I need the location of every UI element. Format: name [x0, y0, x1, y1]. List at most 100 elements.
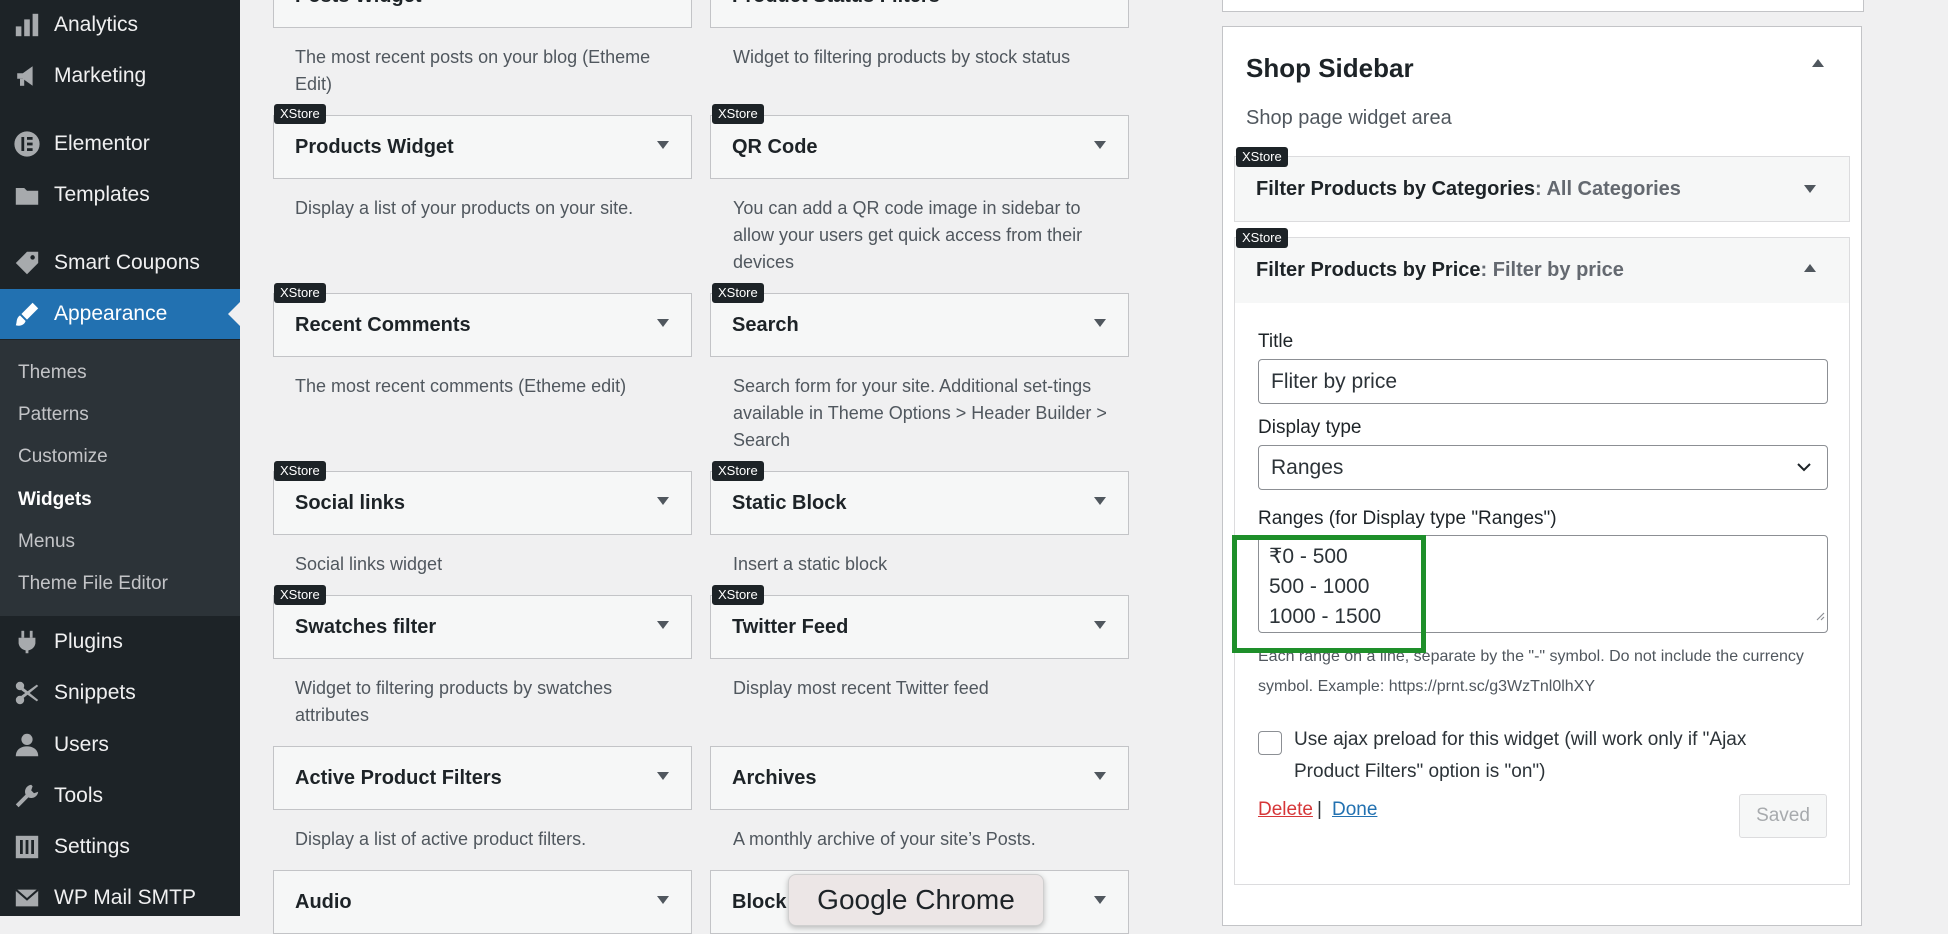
xstore-badge: XStore	[712, 104, 764, 124]
link-separator: |	[1317, 799, 1322, 820]
submenu-customize[interactable]: Customize	[18, 446, 108, 468]
submenu-menus[interactable]: Menus	[18, 531, 75, 553]
chevron-down-icon[interactable]	[1094, 497, 1106, 505]
ajax-preload-checkbox[interactable]	[1258, 731, 1282, 755]
submenu-themes[interactable]: Themes	[18, 362, 87, 384]
folder-icon	[13, 181, 41, 209]
display-type-label: Display type	[1258, 417, 1362, 438]
chevron-down-icon[interactable]	[1094, 772, 1106, 780]
resize-handle-icon[interactable]	[1813, 600, 1825, 630]
widget-title: Block	[732, 891, 787, 913]
widget-title: Products Widget	[295, 136, 454, 158]
user-icon	[13, 731, 41, 759]
menu-item-analytics[interactable]: Analytics	[0, 0, 240, 50]
menu-label: Snippets	[54, 681, 136, 704]
widget-title: Audio	[295, 891, 352, 913]
delete-link[interactable]: Delete	[1258, 799, 1313, 821]
plug-icon	[13, 628, 41, 656]
widget-title: Product Status Filters	[732, 0, 940, 8]
xstore-badge: XStore	[274, 461, 326, 481]
widget-posts[interactable]: Posts Widget	[273, 0, 692, 28]
menu-label: Tools	[54, 784, 104, 807]
megaphone-icon	[13, 62, 41, 90]
menu-item-users[interactable]: Users	[0, 720, 240, 770]
widget-title: Active Product Filters	[295, 767, 502, 789]
menu-item-plugins[interactable]: Plugins	[0, 617, 240, 667]
widget-recent-comments[interactable]: Recent Comments	[273, 293, 692, 357]
display-type-select[interactable]: Ranges	[1258, 445, 1828, 490]
chevron-down-icon[interactable]	[1804, 185, 1816, 193]
sidebar-title: Shop Sidebar	[1246, 53, 1414, 83]
title-input[interactable]: Fliter by price	[1258, 359, 1828, 404]
ranges-label: Ranges (for Display type "Ranges")	[1258, 508, 1557, 529]
chevron-down-icon[interactable]	[657, 772, 669, 780]
widget-filter-by-categories[interactable]: Filter Products by Categories: All Categ…	[1234, 156, 1850, 222]
chevron-down-icon[interactable]	[1094, 141, 1106, 149]
widget-twitter-feed[interactable]: Twitter Feed	[710, 595, 1129, 659]
menu-item-templates[interactable]: Templates	[0, 170, 240, 220]
xstore-badge: XStore	[274, 585, 326, 605]
xstore-badge: XStore	[712, 461, 764, 481]
widget-description: Display a list of your products on your …	[295, 198, 634, 218]
sidebar-description: Shop page widget area	[1246, 107, 1452, 129]
widget-description: Display a list of active product filters…	[295, 829, 587, 849]
widget-social-links[interactable]: Social links	[273, 471, 692, 535]
menu-item-smart-coupons[interactable]: Smart Coupons	[0, 238, 240, 288]
menu-item-marketing[interactable]: Marketing	[0, 51, 240, 101]
widget-audio[interactable]: Audio	[273, 870, 692, 934]
saved-button[interactable]: Saved	[1739, 794, 1827, 838]
chevron-down-icon[interactable]	[1094, 319, 1106, 327]
widget-description: Widget to filtering products by swatches…	[295, 678, 613, 725]
widget-search[interactable]: Search	[710, 293, 1129, 357]
submenu-widgets[interactable]: Widgets	[18, 489, 92, 511]
widget-title: Swatches filter	[295, 616, 437, 638]
widget-title: Recent Comments	[295, 314, 471, 336]
chevron-down-icon[interactable]	[1094, 896, 1106, 904]
submenu-theme-file-editor[interactable]: Theme File Editor	[18, 573, 168, 595]
menu-item-elementor[interactable]: Elementor	[0, 119, 240, 169]
previous-sidebar-area	[1222, 0, 1864, 12]
xstore-badge: XStore	[712, 283, 764, 303]
chevron-down-icon[interactable]	[657, 621, 669, 629]
chevron-down-icon[interactable]	[657, 141, 669, 149]
widget-title: QR Code	[732, 136, 818, 158]
current-menu-arrow	[228, 302, 240, 326]
widget-title: Posts Widget	[295, 0, 422, 8]
menu-item-tools[interactable]: Tools	[0, 771, 240, 821]
appearance-submenu: Themes Patterns Customize Widgets Menus …	[0, 340, 240, 616]
chevron-up-icon[interactable]	[1812, 59, 1824, 67]
xstore-badge: XStore	[1236, 228, 1288, 248]
chevron-down-icon[interactable]	[657, 497, 669, 505]
chevron-down-icon[interactable]	[1094, 621, 1106, 629]
widget-swatches-filter[interactable]: Swatches filter	[273, 595, 692, 659]
widget-title: Search	[732, 314, 799, 336]
menu-label: Appearance	[54, 302, 168, 325]
chevron-up-icon[interactable]	[1804, 264, 1816, 272]
menu-item-settings[interactable]: Settings	[0, 822, 240, 872]
widget-filter-by-price[interactable]: Filter Products by Price: Filter by pric…	[1234, 237, 1850, 304]
elementor-icon	[13, 130, 41, 158]
brush-icon	[13, 300, 41, 328]
admin-menu: Themes Patterns Customize Widgets Menus …	[0, 0, 240, 916]
widget-description: Widget to filtering products by stock st…	[733, 47, 1071, 67]
widget-active-product-filters[interactable]: Active Product Filters	[273, 746, 692, 810]
chevron-down-icon[interactable]	[657, 896, 669, 904]
widget-title: Static Block	[732, 492, 847, 514]
submenu-patterns[interactable]: Patterns	[18, 404, 89, 426]
menu-label: Smart Coupons	[54, 251, 200, 274]
widget-qr-code[interactable]: QR Code	[710, 115, 1129, 179]
widget-static-block[interactable]: Static Block	[710, 471, 1129, 535]
widget-description: The most recent comments (Etheme edit)	[295, 376, 627, 396]
widget-archives[interactable]: Archives	[710, 746, 1129, 810]
scissors-icon	[13, 679, 41, 707]
widget-products[interactable]: Products Widget	[273, 115, 692, 179]
menu-label: WP Mail SMTP	[54, 886, 196, 909]
mail-icon	[13, 884, 41, 912]
menu-item-appearance[interactable]: Appearance	[0, 289, 240, 339]
widget-product-status-filters[interactable]: Product Status Filters	[710, 0, 1129, 28]
menu-label: Elementor	[54, 132, 150, 155]
menu-item-snippets[interactable]: Snippets	[0, 668, 240, 718]
widget-description: Insert a static block	[733, 554, 888, 574]
chevron-down-icon[interactable]	[657, 319, 669, 327]
done-link[interactable]: Done	[1332, 799, 1377, 821]
